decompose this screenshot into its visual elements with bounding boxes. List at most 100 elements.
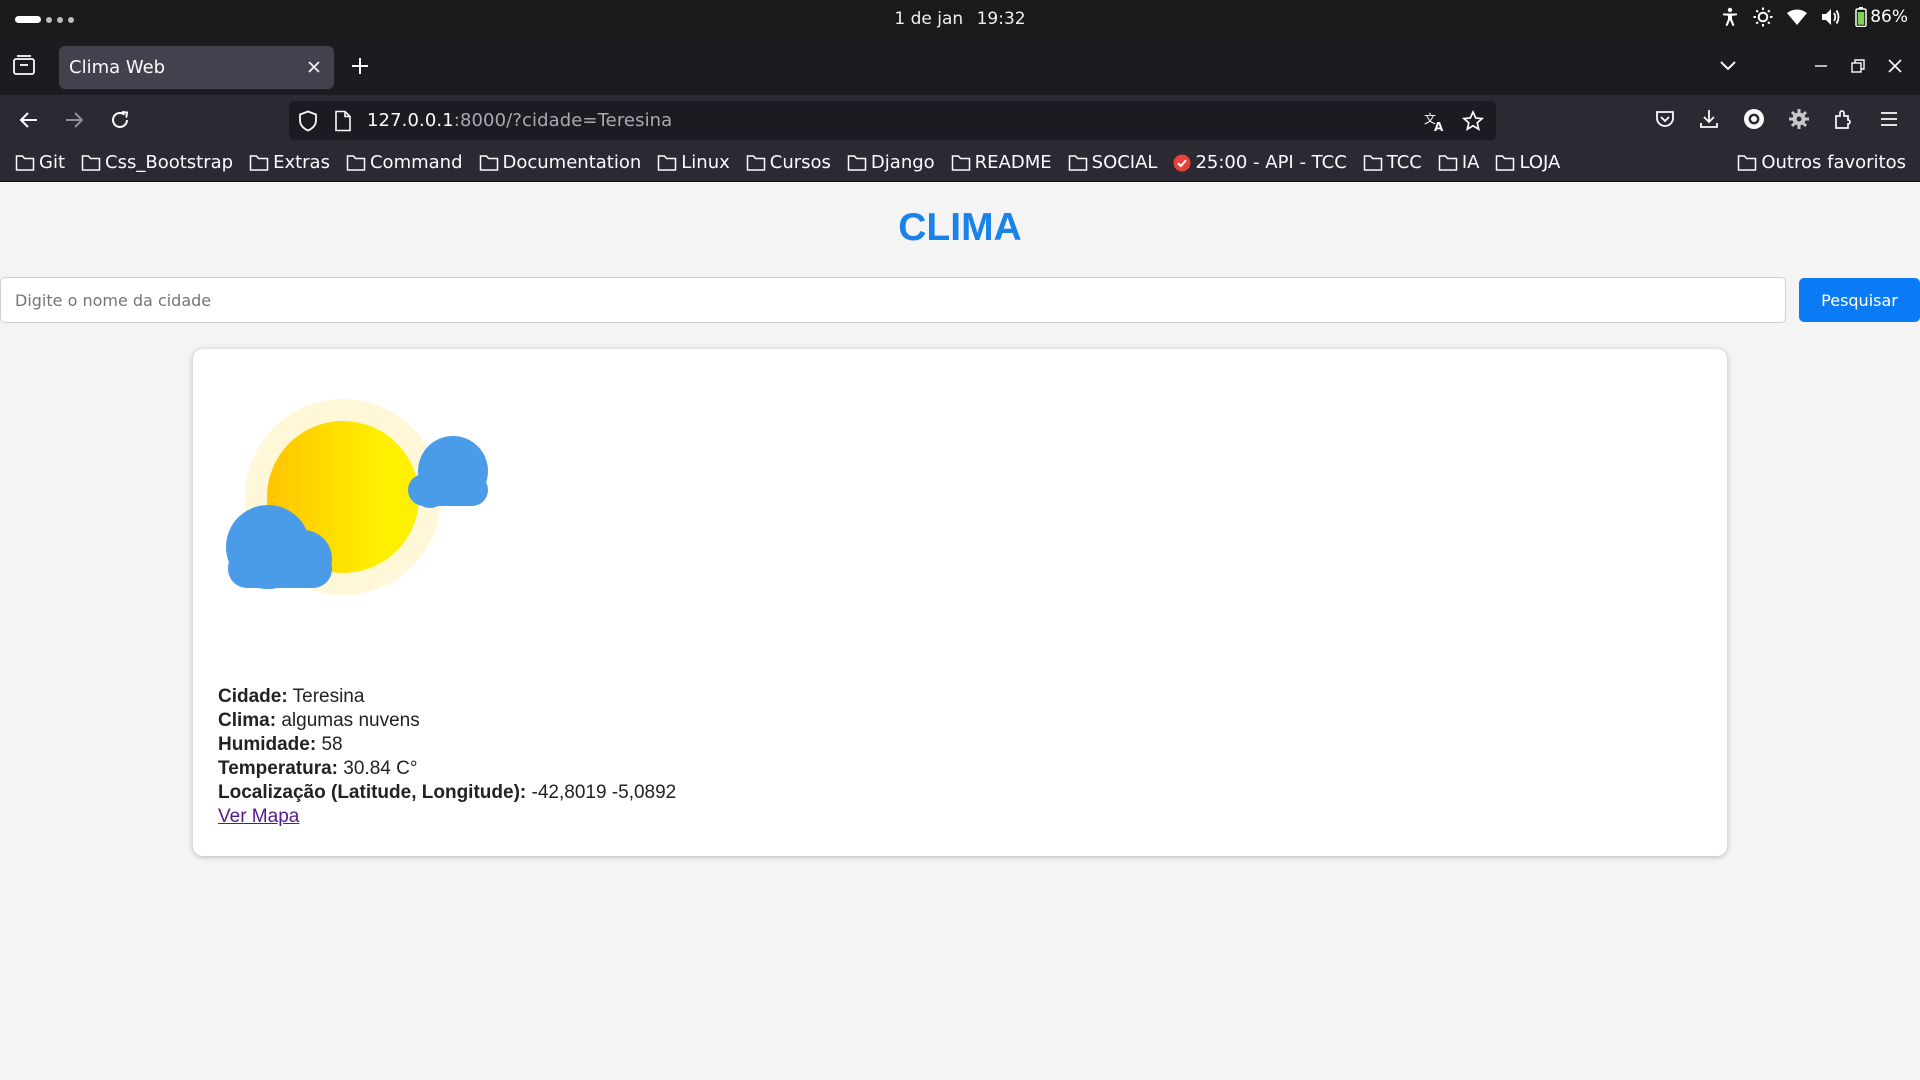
folder-icon [81, 154, 105, 172]
page-info-icon[interactable] [334, 110, 352, 136]
folder-icon [1068, 154, 1092, 172]
download-icon[interactable] [1698, 108, 1720, 134]
check-circle-icon [1173, 154, 1195, 172]
folder-icon [346, 154, 370, 172]
bookmark-star-icon[interactable] [1461, 109, 1485, 136]
folder-icon [951, 154, 975, 172]
extensions-icon[interactable] [1833, 108, 1855, 134]
bookmark-item[interactable]: TCC [1363, 152, 1422, 173]
bookmarks-toolbar: Git Css_Bootstrap Extras Command Documentati… [0, 145, 1920, 182]
accessibility-icon[interactable] [1721, 7, 1739, 27]
folder-icon [657, 154, 681, 172]
temperature-label: Temperatura: [218, 758, 339, 779]
search-button[interactable]: Pesquisar [1799, 278, 1920, 322]
bookmark-label: Git [39, 152, 66, 173]
bookmark-other-favorites[interactable]: Outros favoritos [1737, 152, 1906, 173]
browser-tab-strip: Clima Web [0, 39, 1920, 95]
folder-icon [1738, 154, 1757, 171]
battery-icon [1855, 7, 1867, 27]
wifi-icon[interactable] [1787, 9, 1808, 25]
city-row: Cidade: Teresina [218, 685, 676, 709]
temperature-value: 30.84 C° [343, 758, 418, 779]
browser-toolbar: 127.0.0.1:8000/?cidade=Teresina 文A [0, 95, 1920, 145]
bookmark-item[interactable]: LOJA [1495, 152, 1560, 173]
bookmark-item[interactable]: README [951, 152, 1052, 173]
bookmark-label: Documentation [502, 152, 642, 173]
battery-percent: 86% [1870, 7, 1908, 27]
bookmark-item[interactable]: 25:00 - API - TCC [1173, 152, 1347, 173]
humidity-value: 58 [321, 734, 343, 755]
window-close-icon[interactable] [1886, 57, 1904, 79]
url-path: :8000/?cidade=Teresina [453, 110, 673, 131]
bookmark-label: 25:00 - API - TCC [1195, 152, 1347, 173]
clock[interactable]: 1 de jan 19:32 [0, 9, 1920, 29]
close-icon[interactable] [306, 59, 322, 79]
bookmark-item[interactable]: Django [847, 152, 935, 173]
bookmark-item[interactable]: Cursos [746, 152, 831, 173]
address-bar[interactable]: 127.0.0.1:8000/?cidade=Teresina 文A [289, 101, 1496, 140]
system-top-bar: 1 de jan 19:32 86% [0, 0, 1920, 39]
bookmark-label: TCC [1386, 152, 1422, 173]
reload-icon[interactable] [109, 109, 131, 135]
restore-icon[interactable] [1849, 57, 1867, 79]
bookmark-item[interactable]: Command [346, 152, 463, 173]
bookmarks-list: Git Css_Bootstrap Extras Command Documentati… [15, 152, 1576, 173]
tab-clima-web[interactable]: Clima Web [59, 46, 334, 89]
bookmark-item[interactable]: IA [1438, 152, 1480, 173]
bookmark-item[interactable]: Git [15, 152, 65, 173]
url-host: 127.0.0.1 [367, 110, 454, 131]
account-icon[interactable] [1743, 108, 1765, 134]
bookmark-label: Cursos [769, 152, 831, 173]
web-page: CLIMA Pesquisar [0, 182, 1920, 1080]
city-label: Cidade: [218, 686, 288, 707]
bookmark-label: SOCIAL [1091, 152, 1158, 173]
brightness-icon[interactable] [1753, 7, 1773, 27]
weather-info: Cidade: Teresina Clima: algumas nuvens H… [218, 685, 676, 829]
bookmark-label: Linux [681, 152, 730, 173]
temperature-row: Temperatura: 30.84 C° [218, 757, 676, 781]
new-tab-icon[interactable] [350, 56, 370, 80]
city-search-input[interactable] [0, 277, 1786, 323]
clock-date: 1 de jan [894, 9, 964, 29]
bookmark-item[interactable]: Documentation [479, 152, 642, 173]
chevron-down-icon[interactable] [1718, 58, 1738, 77]
volume-icon[interactable] [1821, 8, 1841, 26]
forward-arrow-icon[interactable] [63, 109, 85, 135]
folder-icon [746, 154, 770, 172]
url-text[interactable]: 127.0.0.1:8000/?cidade=Teresina [367, 110, 672, 131]
folder-icon [249, 154, 273, 172]
bookmark-label: IA [1461, 152, 1480, 173]
city-value: Teresina [292, 686, 365, 707]
bookmark-label: Extras [273, 152, 330, 173]
bookmark-label: LOJA [1519, 152, 1561, 173]
location-label: Localização (Latitude, Longitude): [218, 782, 527, 803]
location-row: Localização (Latitude, Longitude): -42,8… [218, 781, 676, 805]
weather-value: algumas nuvens [281, 710, 420, 731]
map-row: Ver Mapa [218, 805, 676, 829]
bookmark-other-favorites-label: Outros favoritos [1761, 152, 1906, 173]
system-tray[interactable]: 86% [1721, 7, 1908, 27]
bookmark-item[interactable]: Linux [657, 152, 730, 173]
tab-overview-icon[interactable] [12, 54, 36, 80]
bookmark-item[interactable]: Extras [249, 152, 330, 173]
settings-gear-icon[interactable] [1788, 108, 1810, 134]
minimize-icon[interactable] [1812, 57, 1830, 79]
sun-with-clouds-icon [208, 399, 508, 633]
translate-icon[interactable]: 文A [1424, 110, 1446, 136]
bookmark-label: Command [369, 152, 463, 173]
bookmark-label: Django [870, 152, 935, 173]
clock-time: 19:32 [976, 9, 1026, 29]
shield-icon[interactable] [298, 110, 318, 136]
folder-icon [1495, 154, 1519, 172]
humidity-label: Humidade: [218, 734, 317, 755]
folder-icon [1438, 154, 1462, 172]
bookmark-item[interactable]: Css_Bootstrap [81, 152, 233, 173]
bookmark-item[interactable]: SOCIAL [1068, 152, 1158, 173]
svg-text:A: A [1434, 120, 1444, 132]
back-arrow-icon[interactable] [18, 109, 40, 135]
folder-icon [479, 154, 503, 172]
menu-icon[interactable] [1878, 108, 1900, 134]
view-map-link[interactable]: Ver Mapa [218, 806, 299, 827]
pocket-icon[interactable] [1654, 108, 1676, 134]
battery-indicator[interactable]: 86% [1855, 7, 1908, 27]
